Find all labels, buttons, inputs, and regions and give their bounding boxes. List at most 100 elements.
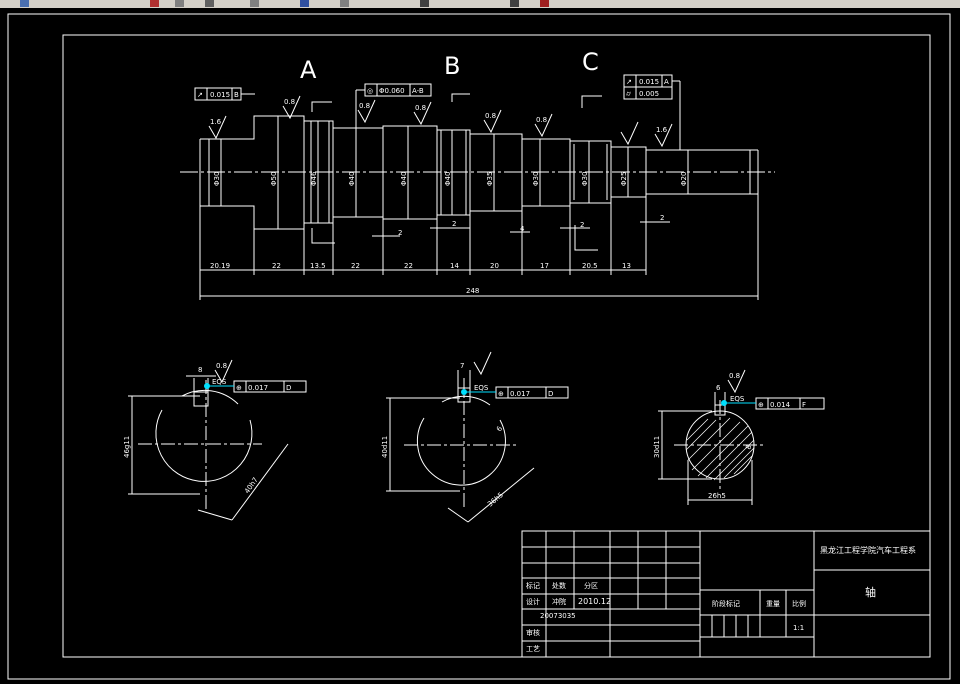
- section-2-view: [386, 370, 569, 523]
- key-width: 8: [198, 366, 202, 374]
- len-label: 20: [490, 262, 499, 270]
- tol-value: 0.005: [639, 90, 659, 98]
- dia-label: Φ50: [270, 172, 278, 186]
- section-height: 46g11: [123, 436, 131, 458]
- eqs-marker: [204, 383, 210, 389]
- part-name: 轴: [865, 585, 876, 599]
- runout-icon: ↗: [626, 78, 632, 86]
- line-icon[interactable]: [420, 0, 429, 7]
- section-height: 40d11: [381, 436, 389, 458]
- tb-design: 设计: [526, 597, 540, 606]
- position-icon: ⊕: [236, 384, 242, 392]
- roughness-value: 1.6: [656, 126, 668, 134]
- dia-label: Φ20: [680, 172, 688, 186]
- len-label: 22: [404, 262, 413, 270]
- length-dimensions: [199, 194, 759, 300]
- inner-frame: [62, 34, 931, 658]
- drawing-canvas[interactable]: A B C Φ30 Φ50 Φ46 Φ40 Φ40 Φ40 Φ35 Φ30 Φ3…: [0, 8, 960, 684]
- tb-student-no: 20073035: [540, 612, 576, 620]
- len-label: 13: [622, 262, 631, 270]
- section-width: 26h5: [708, 492, 726, 500]
- tol-datum: F: [802, 401, 806, 409]
- tol-value: 0.015: [210, 91, 230, 99]
- tb-weight: 重量: [766, 600, 780, 608]
- dia-label: Φ30: [213, 172, 221, 186]
- tb-designer: 冲院: [552, 597, 566, 606]
- cylindricity-icon: ⌭: [626, 90, 631, 98]
- eqs-label: EQS: [730, 395, 745, 403]
- tol-value: 0.017: [510, 390, 530, 398]
- dia-label: Φ35: [486, 172, 494, 186]
- small-dim-label: 2: [580, 221, 584, 229]
- runout-icon: ↗: [197, 91, 203, 99]
- school-name: 黑龙江工程学院汽车工程系: [820, 545, 916, 555]
- tol-value: 0.015: [639, 78, 659, 86]
- tb-stage-mark: 阶段标记: [712, 599, 740, 608]
- coaxiality-icon: ◎: [367, 87, 373, 95]
- text-icon[interactable]: [510, 0, 519, 7]
- dia-label: Φ46: [310, 171, 318, 186]
- overall-length-label: 248: [466, 287, 479, 295]
- tol-value: 0.014: [770, 401, 791, 409]
- tb-process: 工艺: [526, 645, 540, 653]
- tol-datum: D: [548, 390, 553, 398]
- dropdown-icon[interactable]: [300, 0, 309, 7]
- layer-icon[interactable]: [20, 0, 29, 7]
- len-label: 13.5: [310, 262, 326, 270]
- tol-datum: A: [664, 78, 669, 86]
- tol-datum: A-B: [412, 87, 424, 95]
- roughness-value: 0.8: [284, 98, 295, 106]
- len-label: 22: [272, 262, 281, 270]
- small-dim-label: 2: [660, 214, 664, 222]
- small-dim-label: 4: [520, 225, 525, 233]
- small-dim-label: 2: [398, 229, 402, 237]
- section-height: 30d11: [653, 436, 661, 458]
- eqs-label: EQS: [474, 384, 489, 392]
- outer-frame: [7, 13, 951, 680]
- roughness-value: 0.8: [536, 116, 547, 124]
- view-label-c: C: [582, 48, 599, 76]
- roughness-value: 0.8: [359, 102, 370, 110]
- tol-datum: D: [286, 384, 291, 392]
- dia-label: Φ40: [444, 172, 452, 186]
- tb-mark: 标记: [526, 581, 540, 590]
- tb-count: 处数: [552, 581, 566, 590]
- position-icon: ⊕: [498, 390, 504, 398]
- view-label-a: A: [300, 56, 317, 84]
- eqs-label: EQS: [212, 378, 227, 386]
- key-width: 7: [460, 362, 464, 370]
- properties-icon[interactable]: [250, 0, 259, 7]
- roughness-value: 0.8: [415, 104, 426, 112]
- tol-datum: B: [234, 91, 239, 99]
- layer-color-icon[interactable]: [150, 0, 159, 7]
- tb-review: 审核: [526, 628, 540, 637]
- tb-scale-value: 1:1: [793, 624, 804, 632]
- eqs-marker: [461, 389, 467, 395]
- roughness-symbols: [208, 95, 746, 394]
- tol-value: Φ0.060: [379, 87, 405, 95]
- eqs-marker: [721, 400, 727, 406]
- engineering-drawing: A B C Φ30 Φ50 Φ46 Φ40 Φ40 Φ40 Φ35 Φ30 Φ3…: [7, 13, 951, 680]
- len-label: 20.19: [210, 262, 230, 270]
- len-label: 17: [540, 262, 549, 270]
- tol-value: 0.017: [248, 384, 268, 392]
- dia-label: Φ30: [532, 172, 540, 186]
- len-label: 22: [351, 262, 360, 270]
- pan-icon[interactable]: [175, 0, 184, 7]
- key-width: 6: [716, 384, 721, 392]
- dia-label: Φ25: [620, 172, 628, 186]
- len-label: 20.5: [582, 262, 598, 270]
- tb-date: 2010.12: [578, 597, 611, 606]
- roughness-value: 0.8: [729, 372, 740, 380]
- dia-label: Φ30: [581, 172, 589, 186]
- roughness-value: 1.6: [210, 118, 222, 126]
- len-label: 14: [450, 262, 459, 270]
- measure-icon[interactable]: [340, 0, 349, 7]
- close-icon[interactable]: [540, 0, 549, 7]
- section-3-view: [658, 392, 825, 505]
- roughness-value: 0.8: [485, 112, 496, 120]
- position-icon: ⊕: [758, 401, 764, 409]
- roughness-value: 0.8: [216, 362, 227, 370]
- section-1-view: [128, 375, 307, 521]
- zoom-icon[interactable]: [205, 0, 214, 7]
